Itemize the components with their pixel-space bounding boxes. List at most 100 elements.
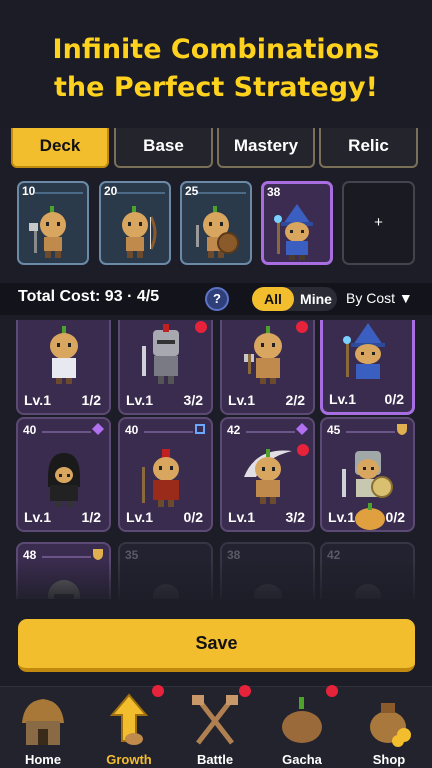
filter-mine-button[interactable]: Mine — [296, 287, 336, 311]
cost-bar — [42, 431, 91, 433]
notification-dot — [296, 321, 308, 333]
archer-sprite — [122, 206, 157, 258]
unit-level: Lv.1 — [24, 392, 51, 408]
deck-slot-3[interactable]: 25 — [180, 181, 252, 265]
coin-bag-icon — [370, 703, 411, 747]
unit-card[interactable]: 40 Lv.1 0/2 — [118, 417, 213, 532]
nav-label: Battle — [196, 752, 234, 767]
shield-icon — [93, 549, 103, 560]
priest-sprite — [49, 326, 78, 384]
wizard-sprite — [342, 323, 385, 379]
unit-cost: 42 — [227, 423, 241, 437]
unit-grid: Lv.1 1/2 Lv.1 3/2 Lv.1 2/2 Lv.1 0/2 40 L… — [0, 320, 432, 599]
unit-cost: 25 — [185, 184, 199, 198]
save-button[interactable]: Save — [18, 619, 415, 672]
unit-count: 3/2 — [183, 392, 203, 408]
nav-growth[interactable]: Growth — [86, 687, 172, 768]
unit-card[interactable]: 40 Lv.1 1/2 — [16, 417, 111, 532]
tab-relic[interactable]: Relic — [319, 128, 418, 168]
nav-label: Home — [24, 752, 62, 767]
shield-bearer-sprite — [196, 206, 239, 258]
nav-label: Growth — [106, 752, 152, 767]
cost-bar — [246, 431, 295, 433]
nav-home[interactable]: Home — [0, 687, 86, 768]
deck-slot-1[interactable]: 10 — [17, 181, 89, 265]
axe-warrior-sprite — [29, 206, 66, 258]
filter-all-button[interactable]: All — [252, 287, 294, 311]
unit-cost: 10 — [22, 184, 36, 198]
unit-count: 0/2 — [384, 391, 404, 407]
unit-cost: 45 — [327, 423, 341, 437]
unit-count: 0/2 — [385, 509, 405, 525]
unit-card[interactable]: Lv.1 1/2 — [16, 320, 111, 415]
tab-mastery[interactable]: Mastery — [217, 128, 315, 168]
wizard-sprite — [274, 204, 313, 260]
paladin-sprite — [341, 451, 393, 498]
unit-level: Lv.1 — [328, 509, 355, 525]
potato-icon — [282, 697, 322, 743]
tab-base[interactable]: Base — [114, 128, 213, 168]
summary-separator: · — [127, 288, 133, 305]
notification-dot — [326, 685, 338, 697]
unit-cost: 38 — [267, 185, 281, 199]
unit-card[interactable]: 42 Lv.1 3/2 — [220, 417, 315, 532]
up-arrow-icon — [109, 693, 149, 745]
notification-dot — [152, 685, 164, 697]
nav-shop[interactable]: Shop — [346, 687, 432, 768]
add-unit-slot[interactable]: + — [342, 181, 415, 265]
cost-bar — [35, 192, 83, 194]
notification-dot — [297, 444, 309, 456]
diamond-icon — [92, 423, 104, 435]
unit-level: Lv.1 — [126, 392, 153, 408]
unit-count: 1/2 — [81, 509, 101, 525]
cost-bar — [42, 556, 91, 558]
unit-count: 3/2 — [285, 509, 305, 525]
total-cost-label: Total Cost: 93 — [18, 288, 123, 305]
nav-label: Gacha — [282, 752, 322, 767]
deck-slot-2[interactable]: 20 — [99, 181, 171, 265]
banner-line-1: Infinite Combinations — [52, 34, 380, 65]
unit-card[interactable]: 45 Lv.1 0/2 — [320, 417, 415, 532]
cost-bar — [117, 192, 165, 194]
berserker-sprite — [243, 326, 282, 384]
unit-card[interactable]: Lv.1 3/2 — [118, 320, 213, 415]
unit-count: 2/2 — [285, 392, 305, 408]
tab-deck[interactable]: Deck — [11, 128, 109, 168]
unit-level: Lv.1 — [24, 509, 51, 525]
crossed-shovels-icon — [192, 695, 238, 745]
diamond-icon — [296, 423, 308, 435]
unit-count: 1/2 — [81, 392, 101, 408]
tab-bar: Deck Base Mastery Relic — [0, 128, 432, 172]
unit-level: Lv.1 — [228, 509, 255, 525]
potato-icon — [355, 503, 385, 530]
help-button[interactable]: ? — [205, 287, 229, 311]
knight-sprite — [141, 324, 179, 384]
nav-gacha[interactable]: Gacha — [259, 687, 345, 768]
swordsman-sprite — [243, 449, 292, 504]
promo-banner: Infinite Combinations the Perfect Strate… — [0, 0, 432, 128]
grid-fade — [0, 560, 432, 600]
unit-card-selected[interactable]: Lv.1 0/2 — [320, 320, 415, 415]
hooded-assassin-sprite — [47, 453, 80, 507]
cost-bar — [198, 192, 246, 194]
banner-line-2: the Perfect Strategy! — [54, 72, 378, 103]
sort-dropdown[interactable]: By Cost ▼ — [346, 290, 413, 306]
unit-level: Lv.1 — [228, 392, 255, 408]
notification-dot — [239, 685, 251, 697]
frame-icon — [195, 424, 205, 434]
unit-card[interactable]: Lv.1 2/2 — [220, 320, 315, 415]
total-cost: Total Cost: 93 · 4/5 — [18, 288, 159, 306]
unit-level: Lv.1 — [329, 391, 356, 407]
notification-dot — [195, 321, 207, 333]
unit-level: Lv.1 — [126, 509, 153, 525]
deck-slot-4[interactable]: 38 — [261, 181, 333, 265]
hut-icon — [22, 699, 64, 745]
unit-cost: 20 — [104, 184, 118, 198]
cost-bar — [346, 431, 395, 433]
nav-battle[interactable]: Battle — [172, 687, 258, 768]
ownership-filter-toggle: All Mine — [252, 287, 337, 311]
deck-summary-bar: Total Cost: 93 · 4/5 ? All Mine By Cost … — [0, 283, 432, 315]
unit-count: 0/2 — [183, 509, 203, 525]
spartan-sprite — [141, 449, 179, 507]
nav-label: Shop — [372, 752, 406, 767]
